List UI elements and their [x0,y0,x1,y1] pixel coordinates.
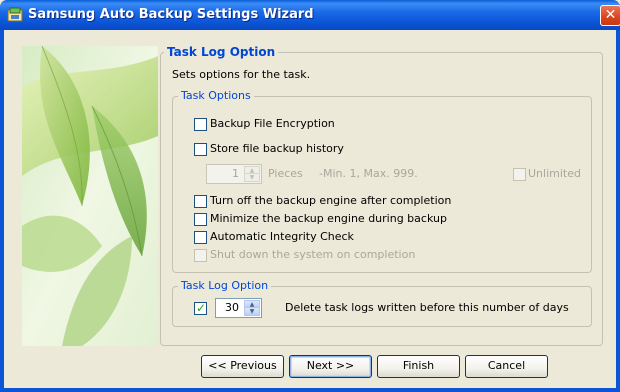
integrity-check-label[interactable]: Automatic Integrity Check [210,230,354,243]
samsung-backup-icon [7,7,23,22]
days-spinner-arrows[interactable]: ▲ ▼ [244,300,260,316]
turn-off-engine-label[interactable]: Turn off the backup engine after complet… [210,194,451,207]
close-icon: ✕ [604,7,617,23]
pieces-value: 1 [232,167,239,180]
pieces-spinner[interactable]: 1 ▲ ▼ [206,164,262,184]
cancel-button[interactable]: Cancel [465,355,548,378]
shutdown-label: Shut down the system on completion [210,248,416,261]
spinner-down-icon[interactable]: ▼ [244,307,260,316]
previous-button[interactable]: << Previous [201,355,284,378]
unlimited-label: Unlimited [528,167,581,180]
next-button[interactable]: Next >> [289,355,372,378]
window-title: Samsung Auto Backup Settings Wizard [28,7,314,22]
task-options-legend: Task Options [178,89,254,102]
days-spinner[interactable]: 30 ▲ ▼ [215,298,262,318]
leaf-artwork [22,46,158,346]
pieces-spinner-arrows[interactable]: ▲ ▼ [244,166,260,182]
pieces-unit-label: Pieces [268,167,303,180]
title-bar[interactable]: Samsung Auto Backup Settings Wizard ✕ [0,0,620,30]
unlimited-checkbox[interactable] [513,168,526,181]
minimize-engine-label[interactable]: Minimize the backup engine during backup [210,212,447,225]
window-frame-right [616,30,620,392]
shutdown-checkbox[interactable] [194,249,207,262]
window-frame-left [0,30,4,392]
days-value[interactable]: 30 [225,301,239,314]
section-description: Sets options for the task. [172,68,311,81]
checkmark-icon: ✓ [196,301,207,315]
finish-button[interactable]: Finish [377,355,460,378]
window-frame-bottom [0,388,620,392]
close-button[interactable]: ✕ [600,5,620,26]
backup-encryption-checkbox[interactable] [194,118,207,131]
minimize-engine-checkbox[interactable] [194,213,207,226]
spinner-down-icon[interactable]: ▼ [244,173,260,182]
wizard-window: Samsung Auto Backup Settings Wizard ✕ Ta… [0,0,620,392]
integrity-check-checkbox[interactable] [194,231,207,244]
pieces-range-hint: -Min. 1, Max. 999. [319,167,418,180]
task-log-legend: Task Log Option [178,279,272,292]
store-history-checkbox[interactable] [194,143,207,156]
store-history-label[interactable]: Store file backup history [210,142,344,155]
section-title: Task Log Option [164,45,279,59]
turn-off-engine-checkbox[interactable] [194,195,207,208]
backup-encryption-label[interactable]: Backup File Encryption [210,117,335,130]
delete-logs-label: Delete task logs written before this num… [285,301,569,314]
delete-logs-checkbox[interactable]: ✓ [194,301,207,315]
